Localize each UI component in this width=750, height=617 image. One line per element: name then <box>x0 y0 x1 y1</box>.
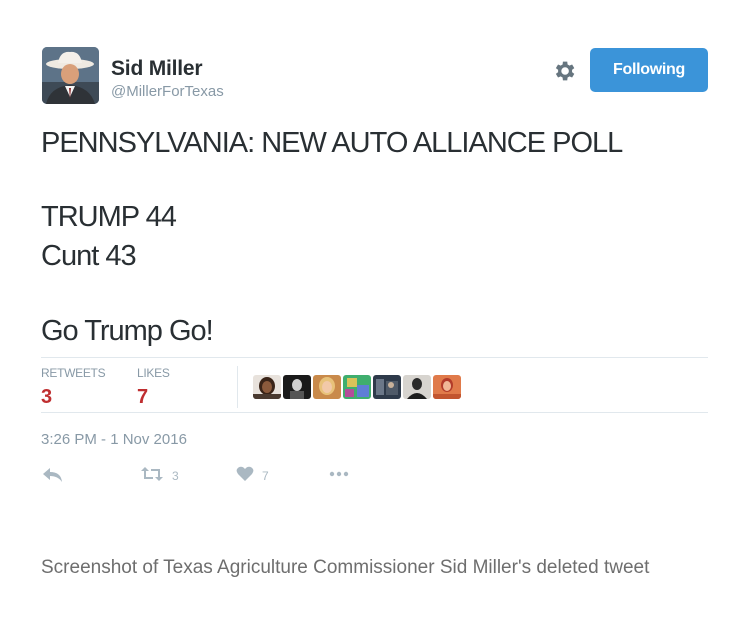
avatar-image <box>42 47 99 104</box>
heart-icon <box>236 466 254 485</box>
author-handle[interactable]: @MillerForTexas <box>111 83 224 100</box>
liker-avatar[interactable] <box>253 375 281 399</box>
gear-icon[interactable] <box>551 58 577 84</box>
tweet-line: TRUMP 44 <box>41 201 177 233</box>
retweet-action-count: 3 <box>172 468 179 483</box>
author-display-name[interactable]: Sid Miller <box>111 57 203 81</box>
retweets-stat[interactable]: RETWEETS 3 <box>41 366 106 409</box>
more-button[interactable] <box>328 466 350 485</box>
like-button[interactable]: 7 <box>236 466 269 485</box>
author-avatar[interactable] <box>42 47 99 104</box>
tweet-line: Cunt 43 <box>41 240 137 272</box>
retweet-icon <box>140 466 164 485</box>
liker-avatar[interactable] <box>403 375 431 399</box>
liker-avatar[interactable] <box>313 375 341 399</box>
like-action-count: 7 <box>262 468 269 483</box>
liker-avatars <box>253 375 461 399</box>
stats-divider <box>237 366 238 408</box>
following-button[interactable]: Following <box>590 48 708 92</box>
reply-button[interactable] <box>42 466 64 487</box>
tweet-line: PENNSYLVANIA: NEW AUTO ALLIANCE POLL <box>41 127 623 159</box>
image-caption: Screenshot of Texas Agriculture Commissi… <box>41 557 650 578</box>
tweet-stats: RETWEETS 3 LIKES 7 <box>41 357 708 413</box>
likes-count: 7 <box>137 386 149 408</box>
reply-icon <box>42 466 64 487</box>
retweets-label: RETWEETS <box>41 366 106 380</box>
more-dots-icon <box>328 466 350 485</box>
retweet-button[interactable]: 3 <box>140 466 179 485</box>
liker-avatar[interactable] <box>433 375 461 399</box>
tweet-card: Sid Miller @MillerForTexas Following PEN… <box>0 0 750 530</box>
liker-avatar[interactable] <box>343 375 371 399</box>
liker-avatar[interactable] <box>373 375 401 399</box>
likes-label: LIKES <box>137 366 170 380</box>
retweets-count: 3 <box>41 386 53 408</box>
likes-stat[interactable]: LIKES 7 <box>137 366 170 409</box>
tweet-line: Go Trump Go! <box>41 315 214 347</box>
tweet-timestamp[interactable]: 3:26 PM - 1 Nov 2016 <box>41 431 187 448</box>
liker-avatar[interactable] <box>283 375 311 399</box>
